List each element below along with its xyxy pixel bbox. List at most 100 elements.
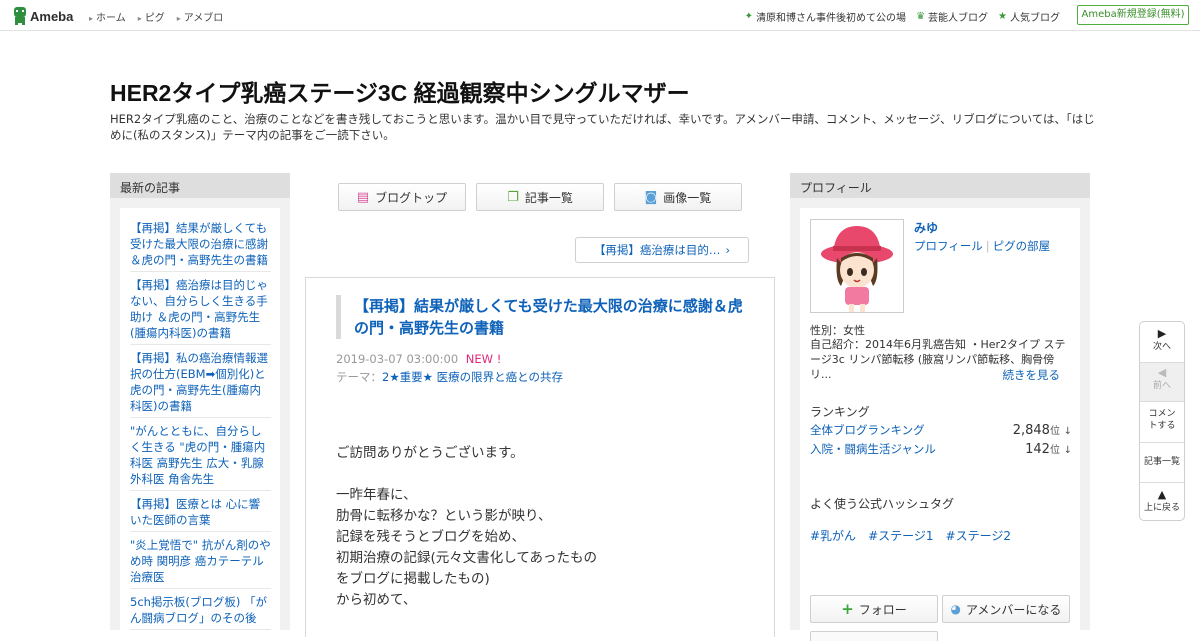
article-title[interactable]: 【再掲】結果が厳しくても受けた最大限の治療に感謝＆虎の門・高野先生の書籍 [336,295,746,339]
trending-topic-link[interactable]: ✦ 清原和博さん事件後初めて公の場 [745,9,906,24]
celebrity-blog-label: 芸能人ブログ [928,13,989,24]
ranking-value-group: 142位 ↓ [1025,441,1072,457]
body-line: をブログに掲載したもの) [336,571,490,587]
article-list-button[interactable]: ❐ 記事一覧 [476,183,604,211]
article-date: 2019-03-07 03:00:00 [336,352,459,366]
popular-blog-label: 人気ブログ [1010,13,1060,24]
global-header: Ameba ホーム ピグ アメブロ ✦ 清原和博さん事件後初めて公の場 ♛ 芸能… [0,0,1200,31]
partial-button[interactable] [810,631,938,641]
body-line: から初めて、 [336,592,417,608]
back-icon: ◀ [1157,366,1167,379]
recent-article-link[interactable]: 5ch掲示板(ブログ板) 「がん闘病ブログ」のその後 [130,592,271,630]
nav-pigg[interactable]: ピグ [138,9,165,24]
avatar[interactable] [810,219,904,313]
article-body: ご訪問ありがとうございます。 一昨年春に、 肋骨に転移かな？という影が映り、 記… [336,443,756,611]
document-icon: ▤ [356,189,370,205]
top-nav: ホーム ピグ アメブロ [89,9,223,24]
signup-button[interactable]: Ameba新規登録(無料) [1077,5,1189,25]
sparkle-icon: ✦ [744,11,754,22]
nav-home[interactable]: ホーム [89,9,126,24]
prev-label: 前へ [1152,381,1171,391]
body-line: ご訪問ありがとうございます。 [336,445,524,461]
follow-label: フォロー [858,602,907,617]
trending-topic-label: 清原和博さん事件後初めて公の場 [756,13,907,24]
recent-articles-heading: 最新の記事 [110,173,290,198]
theme-link[interactable]: 2★重要★ 医療の限界と癌との共存 [382,370,563,384]
crown-icon: ♛ [916,11,926,22]
divider [1140,442,1184,443]
hashtag-link[interactable]: #ステージ2 [946,527,1011,544]
profile-links: プロフィール | ピグの部屋 [914,238,1050,254]
ranking-heading: ランキング [810,405,870,419]
ranking-value: 2,848 [1012,423,1050,438]
profile-name[interactable]: みゆ [914,219,938,236]
ranking-unit: 位 [1049,426,1060,437]
prev-article-button[interactable]: ◀ 前へ [1140,363,1184,401]
avatar-illustration [821,226,893,312]
plus-icon: + [841,600,854,618]
hashtag-link[interactable]: #ステージ1 [868,527,933,544]
blog-top-button[interactable]: ▤ ブログトップ [338,183,466,211]
back-to-top-button[interactable]: ▲ 上に戻る [1140,489,1184,514]
read-more-link[interactable]: 続きを見る [1003,367,1061,383]
profile-panel: プロフィール みゆ プロフィール | ピグの部屋 性別：女性 自己紹介：2014… [790,173,1090,641]
recent-article-link[interactable]: 【再掲】結果が厳しくても受けた最大限の治療に感謝 ＆虎の門・高野先生の書籍 [130,218,271,272]
popular-blog-link[interactable]: ★ 人気ブログ [998,9,1060,24]
logo-text: Ameba [30,8,74,24]
profile-box: みゆ プロフィール | ピグの部屋 性別：女性 自己紹介：2014年6月乳癌告知 ・… [800,208,1080,641]
divider [1140,482,1184,483]
hashtag-list: #乳がん #ステージ1 #ステージ2 [810,527,1011,544]
ameba-mascot-icon [14,7,26,25]
image-list-label: 画像一覧 [663,190,712,205]
article-list-label: 記事一覧 [524,190,573,205]
profile-sex: 性別：女性 [810,324,865,337]
pigg-room-link[interactable]: ピグの部屋 [993,239,1051,253]
recent-article-link[interactable]: "炎上覚悟で" 抗がん剤のやめ時 関明彦 癌カテーテル治療医 [130,535,271,589]
recent-article-link[interactable]: 【再掲】癌治療は目的じゃない、自分らしく生きる手助け ＆虎の門・高野先生(腫瘍内… [130,275,271,345]
play-icon: ▶ [1157,327,1167,340]
recent-articles-list: 【再掲】結果が厳しくても受けた最大限の治療に感謝 ＆虎の門・高野先生の書籍 【再… [120,208,280,633]
ranking-row-overall: 全体ブログランキング 2,848位 ↓ [810,422,1072,438]
article-list-side-button[interactable]: 記事一覧 [1140,456,1184,468]
ranking-label[interactable]: 全体ブログランキング [810,422,925,438]
body-line: 初期治療の記録(元々文書化してあったもの [336,550,597,566]
previous-article-label: 【再掲】癌治療は目的… [593,243,721,257]
chevron-right-icon: › [725,243,731,257]
nav-ameblo[interactable]: アメブロ [177,9,224,24]
comment-button[interactable]: コメントする [1140,408,1184,432]
up-arrow-icon: ▲ [1157,488,1167,501]
recent-articles-panel: 最新の記事 【再掲】結果が厳しくても受けた最大限の治療に感謝 ＆虎の門・高野先生… [110,173,290,633]
article-theme: テーマ：2★重要★ 医療の限界と癌との共存 [336,369,563,385]
recent-article-link[interactable]: 【再掲】医療とは 心に響いた医師の言葉 [130,494,271,532]
follow-button[interactable]: + フォロー [810,595,938,623]
amember-icon: ◕ [950,602,962,616]
article: 【再掲】結果が厳しくても受けた最大限の治療に感謝＆虎の門・高野先生の書籍 201… [305,277,775,637]
theme-label: テーマ： [336,370,382,384]
profile-link[interactable]: プロフィール [914,239,983,253]
recent-article-link[interactable]: "がんとともに、自分らしく生きる "虎の門・腫瘍内科医 高野先生 広大・乳腺外科… [130,421,271,491]
image-list-button[interactable]: ◙ 画像一覧 [614,183,742,211]
hashtag-link[interactable]: #乳がん [810,527,856,544]
previous-article-link[interactable]: 【再掲】癌治療は目的… › [575,237,749,263]
link-separator: | [985,239,990,253]
recent-article-link[interactable]: 【再掲】私の癌治療情報選択の仕方(EBM➡個別化)と虎の門・高野先生(腫瘍内科医… [130,348,271,418]
top-label: 上に戻る [1143,503,1180,513]
ranking-label[interactable]: 入院・闘病生活ジャンル [810,441,936,457]
ranking-row-genre: 入院・闘病生活ジャンル 142位 ↓ [810,441,1072,457]
blog-title[interactable]: HER2タイプ乳癌ステージ3C 経過観察中シングルマザー [110,74,690,108]
next-article-button[interactable]: ▶ 次へ [1140,328,1184,353]
amember-label: アメンバーになる [966,602,1062,617]
camera-icon: ◙ [644,189,658,205]
blog-description: HER2タイプ乳癌のこと、治療のことなどを書き残しておこうと思います。温かい目で… [110,112,1095,142]
ameba-logo[interactable]: Ameba [13,6,73,26]
divider [1140,401,1184,402]
amember-button[interactable]: ◕ アメンバーになる [942,595,1070,623]
ranking-value-group: 2,848位 ↓ [1013,422,1072,438]
floating-side-nav: ▶ 次へ ◀ 前へ コメントする 記事一覧 ▲ 上に戻る [1139,321,1185,521]
body-line: 一昨年春に、 [336,487,417,503]
star-icon: ★ [998,11,1007,22]
trend-down-icon: ↓ [1063,445,1072,456]
celebrity-blog-link[interactable]: ♛ 芸能人ブログ [916,9,988,24]
profile-heading: プロフィール [790,173,1090,198]
body-blank-line [336,464,756,485]
